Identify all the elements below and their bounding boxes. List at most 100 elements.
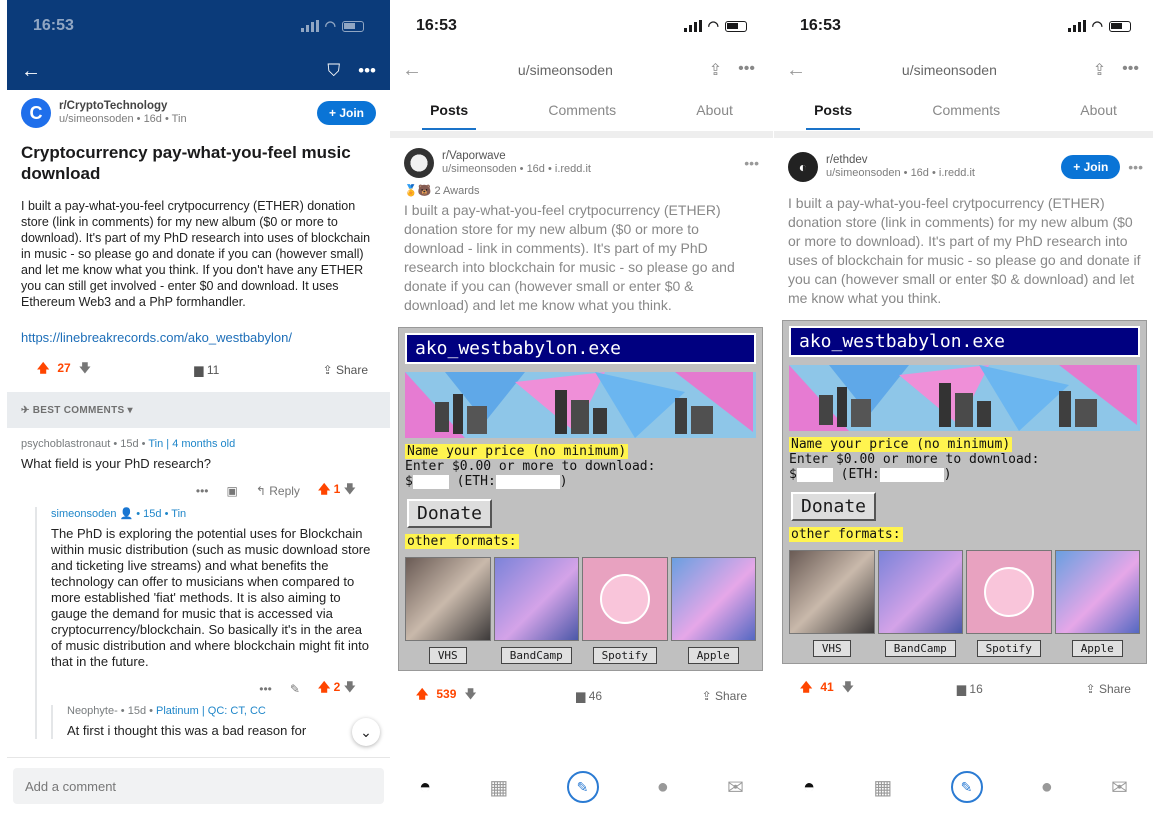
home-icon[interactable]: ◓: [803, 776, 815, 799]
battery-icon: [342, 20, 364, 32]
comment-user[interactable]: simeonsoden: [51, 508, 116, 520]
join-button[interactable]: + Join: [316, 101, 376, 125]
subreddit-name[interactable]: r/CryptoTechnology: [59, 100, 317, 113]
award-icon[interactable]: ▣: [227, 484, 238, 498]
inbox-icon[interactable]: ✉: [727, 775, 744, 800]
create-post-icon[interactable]: ✎: [950, 771, 983, 803]
home-icon[interactable]: ◓: [419, 776, 431, 799]
upvote-icon[interactable]: 🡅: [416, 687, 428, 701]
bandcamp-thumbnail[interactable]: [493, 557, 579, 641]
create-post-icon[interactable]: ✎: [566, 771, 599, 803]
apple-thumbnail[interactable]: [1054, 550, 1140, 634]
more-icon[interactable]: •••: [259, 682, 272, 696]
join-button[interactable]: + Join: [1061, 155, 1121, 179]
share-icon[interactable]: ⇪: [1093, 60, 1106, 80]
donate-button[interactable]: Donate: [407, 499, 493, 528]
share-button[interactable]: ⇪ Share: [1086, 682, 1131, 696]
format-button-apple[interactable]: Apple: [1071, 640, 1123, 657]
price-label: Name your price (no minimum): [405, 444, 629, 459]
awards: 🏅🐻 2 Awards: [390, 178, 773, 197]
comment-user[interactable]: psychoblastronaut • 15d •: [21, 438, 148, 450]
downvote-icon[interactable]: 🡇: [344, 482, 356, 496]
reply-button[interactable]: ↰ Reply: [256, 484, 300, 498]
subreddit-name[interactable]: r/Vaporwave: [442, 150, 736, 163]
comment-text: At first i thought this was a bad reason…: [67, 723, 307, 738]
downvote-icon[interactable]: 🡇: [842, 680, 854, 694]
tab-about[interactable]: About: [696, 102, 733, 118]
city-banner: [405, 372, 756, 438]
chat-icon[interactable]: ●: [657, 776, 669, 799]
spotify-thumbnail[interactable]: [582, 557, 668, 641]
more-icon[interactable]: •••: [196, 484, 209, 498]
communities-icon[interactable]: ▦: [489, 775, 508, 800]
amount-input[interactable]: [412, 474, 449, 489]
back-arrow-icon[interactable]: ←: [786, 59, 806, 82]
more-icon[interactable]: •••: [358, 61, 376, 81]
share-button[interactable]: ⇪ Share: [702, 689, 747, 703]
tab-about[interactable]: About: [1080, 102, 1117, 118]
chat-icon[interactable]: ●: [1041, 776, 1053, 799]
tab-posts[interactable]: Posts: [422, 102, 477, 130]
add-comment-bar: Add a comment: [7, 757, 390, 826]
downvote-icon[interactable]: 🡇: [344, 680, 356, 694]
eth-label: (ETH:: [840, 467, 880, 482]
donate-button[interactable]: Donate: [791, 492, 877, 521]
inbox-icon[interactable]: ✉: [1111, 775, 1128, 800]
tab-posts[interactable]: Posts: [806, 102, 861, 130]
tab-comments[interactable]: Comments: [548, 102, 616, 118]
format-button-bandcamp[interactable]: BandCamp: [884, 640, 956, 657]
format-button-bandcamp[interactable]: BandCamp: [500, 647, 572, 664]
format-button-vhs[interactable]: VHS: [812, 640, 851, 657]
subreddit-name[interactable]: r/ethdev: [826, 154, 1061, 167]
upvote-icon[interactable]: 🡅: [37, 361, 49, 375]
comment-user[interactable]: Neophyte- • 15d •: [67, 705, 156, 717]
more-icon[interactable]: •••: [1122, 60, 1139, 80]
amount-input[interactable]: [796, 467, 833, 482]
format-button-vhs[interactable]: VHS: [428, 647, 467, 664]
post-author-meta[interactable]: u/simeonsoden • 16d • Tin: [59, 113, 317, 126]
format-button-apple[interactable]: Apple: [687, 647, 739, 664]
user-flair: Platinum | QC: CT, CC: [156, 705, 266, 717]
scroll-down-button[interactable]: ⌄: [352, 718, 380, 746]
battery-icon: [725, 20, 747, 32]
apple-thumbnail[interactable]: [670, 557, 756, 641]
upvote-icon[interactable]: 🡅: [318, 482, 330, 496]
back-arrow-icon[interactable]: ←: [402, 59, 422, 82]
share-button[interactable]: ⇪ Share: [323, 363, 368, 377]
comment-sort[interactable]: ✈ BEST COMMENTS ▾: [7, 392, 390, 428]
more-icon[interactable]: •••: [1128, 159, 1143, 175]
post-image[interactable]: ako_westbabylon.exe Name your price (no …: [782, 320, 1147, 664]
bookmark-icon[interactable]: ⛉: [327, 61, 340, 81]
upvote-icon[interactable]: 🡅: [318, 680, 330, 694]
downvote-icon[interactable]: 🡇: [464, 687, 476, 701]
add-comment-input[interactable]: Add a comment: [13, 768, 384, 804]
upvote-icon[interactable]: 🡅: [800, 680, 812, 694]
vhs-thumbnail[interactable]: [789, 550, 875, 634]
spotify-thumbnail[interactable]: [966, 550, 1052, 634]
tab-comments[interactable]: Comments: [932, 102, 1000, 118]
post-body: I built a pay-what-you-feel crytpocurren…: [788, 195, 1141, 306]
subreddit-avatar[interactable]: [404, 148, 434, 178]
more-icon[interactable]: •••: [738, 60, 755, 80]
comment-icon[interactable]: ▆: [957, 682, 966, 696]
rocket-icon: ✈: [21, 404, 33, 416]
post-image[interactable]: ako_westbabylon.exe Name your price (no …: [398, 327, 763, 671]
more-icon[interactable]: •••: [744, 155, 759, 171]
format-button-spotify[interactable]: Spotify: [976, 640, 1041, 657]
post-link[interactable]: https://linebreakrecords.com/ako_westbab…: [7, 310, 390, 345]
share-icon[interactable]: ⇪: [709, 60, 722, 80]
bandcamp-thumbnail[interactable]: [877, 550, 963, 634]
share-icon: ⇪: [322, 362, 333, 377]
back-arrow-icon[interactable]: ←: [21, 60, 41, 83]
downvote-icon[interactable]: 🡇: [79, 361, 91, 375]
post-header: C r/CryptoTechnology u/simeonsoden • 16d…: [7, 90, 390, 128]
other-formats-label: other formats:: [405, 534, 519, 549]
comment-icon[interactable]: ▆: [576, 689, 585, 703]
subreddit-avatar[interactable]: ◐: [788, 152, 818, 182]
comment-icon[interactable]: ▆: [194, 363, 203, 377]
subreddit-avatar[interactable]: C: [21, 98, 51, 128]
edit-icon[interactable]: ✎: [290, 682, 300, 696]
vhs-thumbnail[interactable]: [405, 557, 491, 641]
format-button-spotify[interactable]: Spotify: [592, 647, 657, 664]
communities-icon[interactable]: ▦: [873, 775, 892, 800]
